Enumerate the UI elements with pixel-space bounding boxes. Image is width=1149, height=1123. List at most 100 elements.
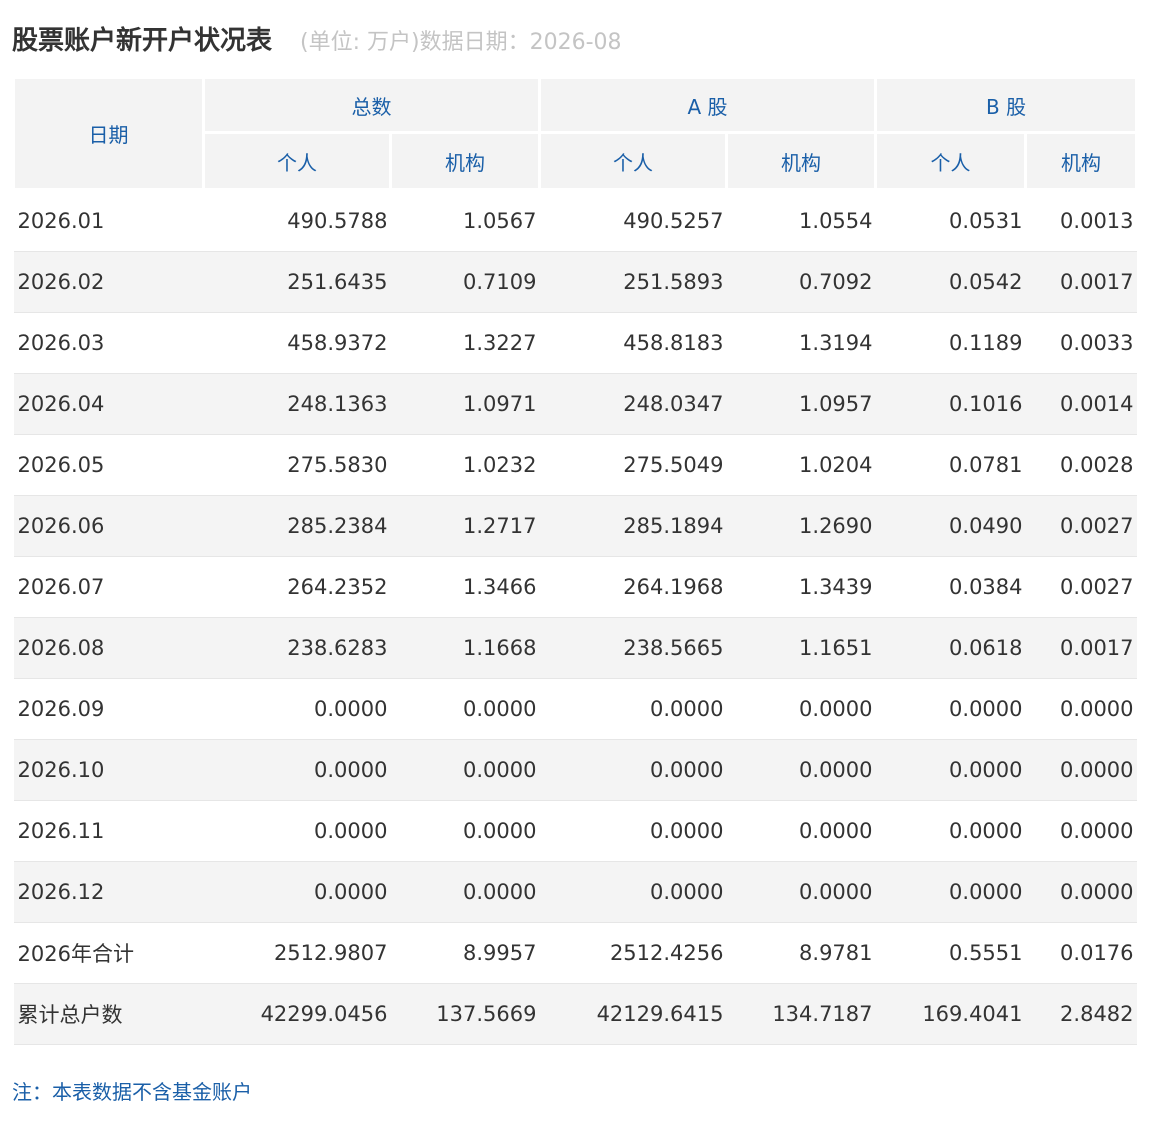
header-b-institution: 机构 [1024, 131, 1139, 191]
header-b-share: B 股 [874, 76, 1139, 134]
cell-b-individual: 0.5551 [875, 922, 1026, 984]
cell-total-institution: 1.0567 [390, 189, 540, 252]
cell-b-institution: 0.0014 [1025, 373, 1137, 435]
header-a-individual: 个人 [538, 131, 728, 191]
cell-b-institution: 0.0176 [1025, 922, 1137, 984]
cell-date: 2026.04 [13, 373, 204, 435]
cell-date: 累计总户数 [13, 983, 204, 1045]
cell-total-individual: 490.5788 [203, 189, 391, 252]
cell-total-individual: 275.5830 [203, 434, 391, 496]
cell-total-institution: 137.5669 [390, 983, 540, 1045]
cell-a-institution: 8.9781 [726, 922, 876, 984]
table-row: 2026.11 0.0000 0.0000 0.0000 0.0000 0.0000 0.0… [13, 800, 1137, 862]
cell-b-individual: 0.0618 [875, 617, 1026, 679]
cell-date: 2026年合计 [13, 922, 204, 984]
cell-a-individual: 248.0347 [539, 373, 727, 435]
cell-a-institution: 1.0957 [726, 373, 876, 435]
table-row: 2026.08 238.6283 1.1668 238.5665 1.1651 0.061… [13, 617, 1137, 679]
cell-b-institution: 0.0017 [1025, 617, 1137, 679]
cell-a-institution: 1.2690 [726, 495, 876, 557]
cell-a-individual: 458.8183 [539, 312, 727, 374]
cell-total-institution: 1.3466 [390, 556, 540, 618]
cell-total-individual: 264.2352 [203, 556, 391, 618]
cell-total-individual: 458.9372 [203, 312, 391, 374]
table-row: 2026.01 490.5788 1.0567 490.5257 1.0554 0.053… [13, 189, 1137, 252]
header-total: 总数 [202, 76, 541, 134]
cell-a-individual: 251.5893 [539, 251, 727, 313]
cell-a-institution: 1.3194 [726, 312, 876, 374]
cell-a-individual: 275.5049 [539, 434, 727, 496]
cell-b-institution: 0.0027 [1025, 495, 1137, 557]
cell-b-individual: 169.4041 [875, 983, 1026, 1045]
table-row: 2026.12 0.0000 0.0000 0.0000 0.0000 0.0000 0.0… [13, 861, 1137, 923]
table-row: 2026年合计 2512.9807 8.9957 2512.4256 8.9781 0.5… [13, 922, 1137, 984]
cell-b-institution: 0.0013 [1025, 189, 1137, 252]
cell-total-individual: 285.2384 [203, 495, 391, 557]
cell-total-institution: 0.7109 [390, 251, 540, 313]
header-a-share: A 股 [537, 76, 878, 134]
footnote: 注：本表数据不含基金账户 [12, 1080, 252, 1104]
cell-date: 2026.07 [13, 556, 204, 618]
page-subtitle: (单位: 万户)数据日期：2026-08 [300, 30, 622, 55]
cell-b-institution: 0.0000 [1025, 800, 1137, 862]
page-title: 股票账户新开户状况表 [12, 26, 273, 56]
cell-a-institution: 0.0000 [726, 861, 876, 923]
cell-a-institution: 0.7092 [726, 251, 876, 313]
cell-a-institution: 0.0000 [726, 739, 876, 801]
account-table: 日期 总数 A 股 B 股 个人 机构 个人 机构 个人 机构 2026.01 4… [12, 76, 1139, 1045]
cell-b-institution: 0.0028 [1025, 434, 1137, 496]
cell-a-individual: 490.5257 [539, 189, 727, 252]
cell-a-individual: 264.1968 [539, 556, 727, 618]
header-total-individual: 个人 [202, 131, 392, 191]
cell-a-individual: 0.0000 [539, 800, 727, 862]
cell-b-individual: 0.0781 [875, 434, 1026, 496]
cell-total-institution: 1.0232 [390, 434, 540, 496]
cell-total-individual: 0.0000 [203, 739, 391, 801]
cell-total-institution: 1.2717 [390, 495, 540, 557]
table-row: 2026.03 458.9372 1.3227 458.8183 1.3194 0.118… [13, 312, 1137, 374]
cell-a-individual: 0.0000 [539, 861, 727, 923]
cell-a-individual: 0.0000 [539, 678, 727, 740]
cell-a-institution: 1.0554 [726, 189, 876, 252]
cell-b-individual: 0.0490 [875, 495, 1026, 557]
cell-total-institution: 1.1668 [390, 617, 540, 679]
cell-date: 2026.11 [13, 800, 204, 862]
cell-total-individual: 248.1363 [203, 373, 391, 435]
cell-b-individual: 0.0000 [875, 800, 1026, 862]
cell-total-institution: 0.0000 [390, 800, 540, 862]
table-row: 2026.06 285.2384 1.2717 285.1894 1.2690 0.049… [13, 495, 1137, 557]
cell-a-institution: 0.0000 [726, 800, 876, 862]
table-row: 2026.02 251.6435 0.7109 251.5893 0.7092 0.054… [13, 251, 1137, 313]
cell-a-individual: 2512.4256 [539, 922, 727, 984]
cell-date: 2026.05 [13, 434, 204, 496]
cell-total-institution: 0.0000 [390, 861, 540, 923]
cell-b-individual: 0.0542 [875, 251, 1026, 313]
cell-date: 2026.12 [13, 861, 204, 923]
cell-date: 2026.09 [13, 678, 204, 740]
cell-date: 2026.10 [13, 739, 204, 801]
cell-date: 2026.02 [13, 251, 204, 313]
cell-b-individual: 0.0000 [875, 861, 1026, 923]
table-header: 日期 总数 A 股 B 股 个人 机构 个人 机构 个人 机构 [12, 76, 1139, 191]
cell-a-individual: 238.5665 [539, 617, 727, 679]
cell-b-institution: 0.0027 [1025, 556, 1137, 618]
cell-total-institution: 1.0971 [390, 373, 540, 435]
cell-b-individual: 0.0000 [875, 678, 1026, 740]
cell-b-institution: 0.0000 [1025, 739, 1137, 801]
cell-a-institution: 1.0204 [726, 434, 876, 496]
cell-date: 2026.06 [13, 495, 204, 557]
header-a-institution: 机构 [724, 131, 878, 191]
table-row: 2026.10 0.0000 0.0000 0.0000 0.0000 0.0000 0.0… [13, 739, 1137, 801]
cell-total-institution: 8.9957 [390, 922, 540, 984]
table-row: 2026.04 248.1363 1.0971 248.0347 1.0957 0.101… [13, 373, 1137, 435]
cell-total-individual: 251.6435 [203, 251, 391, 313]
cell-a-institution: 134.7187 [726, 983, 876, 1045]
cell-total-individual: 0.0000 [203, 800, 391, 862]
cell-b-institution: 0.0033 [1025, 312, 1137, 374]
cell-a-individual: 42129.6415 [539, 983, 727, 1045]
cell-b-individual: 0.1189 [875, 312, 1026, 374]
cell-b-individual: 0.0531 [875, 189, 1026, 252]
table-body: 2026.01 490.5788 1.0567 490.5257 1.0554 0.053… [13, 189, 1137, 1045]
cell-a-institution: 0.0000 [726, 678, 876, 740]
cell-b-institution: 2.8482 [1025, 983, 1137, 1045]
